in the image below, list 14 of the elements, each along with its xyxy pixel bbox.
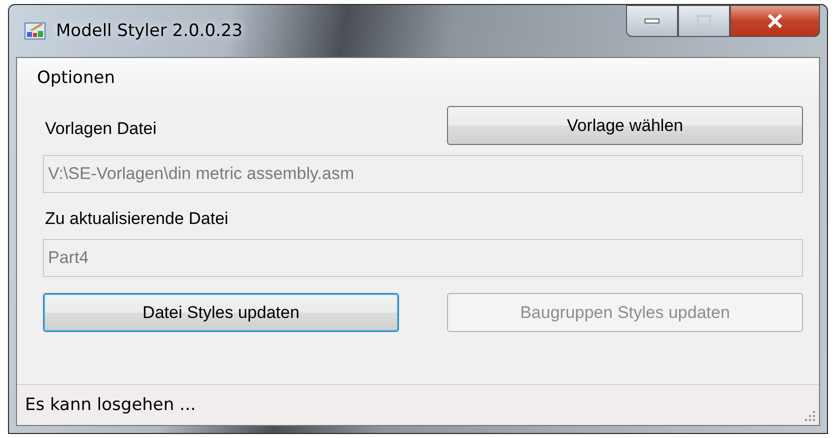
window-title: Modell Styler 2.0.0.23 <box>56 21 243 41</box>
app-icon <box>24 21 46 41</box>
maximize-icon <box>697 15 711 27</box>
close-button[interactable] <box>730 5 820 37</box>
menu-item[interactable]: Optionen <box>31 66 121 90</box>
minimize-icon <box>644 18 660 24</box>
update-button[interactable]: Datei Styles updaten <box>43 293 399 332</box>
choose-template-button[interactable]: Vorlage wählen <box>447 106 803 145</box>
close-icon <box>767 14 783 28</box>
resize-grip-icon[interactable] <box>804 410 816 422</box>
status-text: Es kann losgehen ... <box>25 395 196 415</box>
minimize-button[interactable] <box>626 5 678 37</box>
template-label: Vorlagen Datei <box>44 119 157 139</box>
target-file-label: Zu aktualisierende Datei <box>44 209 230 229</box>
